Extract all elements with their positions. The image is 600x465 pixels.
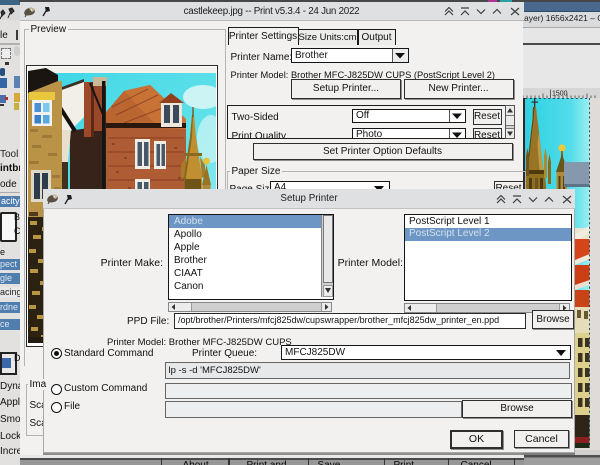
svg-text:1500: 1500: [552, 91, 568, 98]
